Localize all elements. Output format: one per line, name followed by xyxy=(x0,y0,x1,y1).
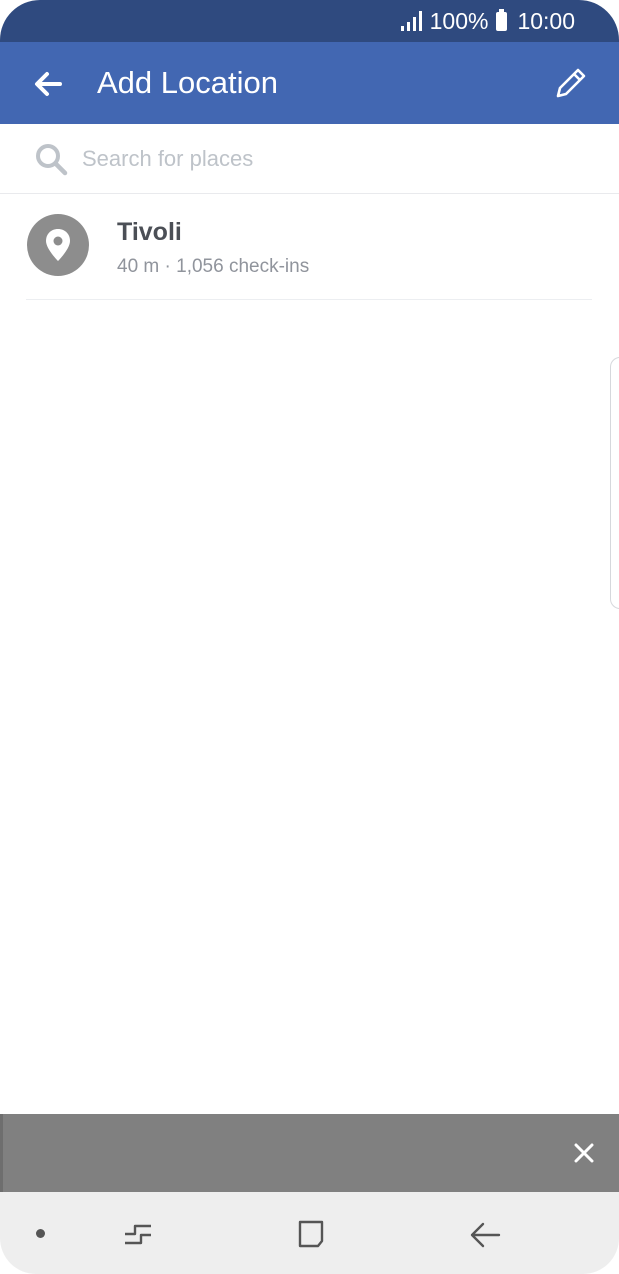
navigation-bar xyxy=(0,1192,619,1274)
place-name: Tivoli xyxy=(117,218,182,246)
clock: 10:00 xyxy=(517,7,575,34)
page-title: Add Location xyxy=(97,65,278,100)
place-meta: 40 m · 1,056 check-ins xyxy=(117,256,310,277)
nav-dot-icon xyxy=(36,1229,45,1238)
phone-screen: 100% 10:00 Add Location T xyxy=(0,0,619,1274)
search-input[interactable] xyxy=(82,141,582,177)
signal-icon xyxy=(400,11,422,31)
nav-back-button[interactable] xyxy=(467,1218,503,1252)
battery-percent: 100% xyxy=(429,7,489,34)
app-bar: Add Location xyxy=(0,42,619,124)
banner xyxy=(0,1114,619,1192)
edit-button[interactable] xyxy=(552,64,590,102)
back-button[interactable] xyxy=(30,66,66,102)
search-bar xyxy=(0,124,619,194)
recent-apps-button[interactable] xyxy=(121,1218,155,1252)
edge-panel-handle[interactable] xyxy=(610,357,619,609)
arrow-left-icon xyxy=(35,72,62,96)
place-list-item[interactable]: Tivoli 40 m · 1,056 check-ins xyxy=(26,194,592,300)
home-button[interactable] xyxy=(294,1217,328,1251)
close-icon xyxy=(574,1143,594,1163)
recent-apps-icon xyxy=(125,1224,151,1245)
banner-close-button[interactable] xyxy=(571,1140,597,1166)
back-icon xyxy=(470,1222,501,1248)
map-pin-icon xyxy=(46,229,70,261)
pencil-icon xyxy=(556,68,586,98)
search-icon xyxy=(36,144,68,176)
place-avatar xyxy=(27,214,89,276)
battery-icon xyxy=(496,8,508,31)
status-bar: 100% 10:00 xyxy=(0,0,619,42)
home-icon xyxy=(298,1220,324,1248)
